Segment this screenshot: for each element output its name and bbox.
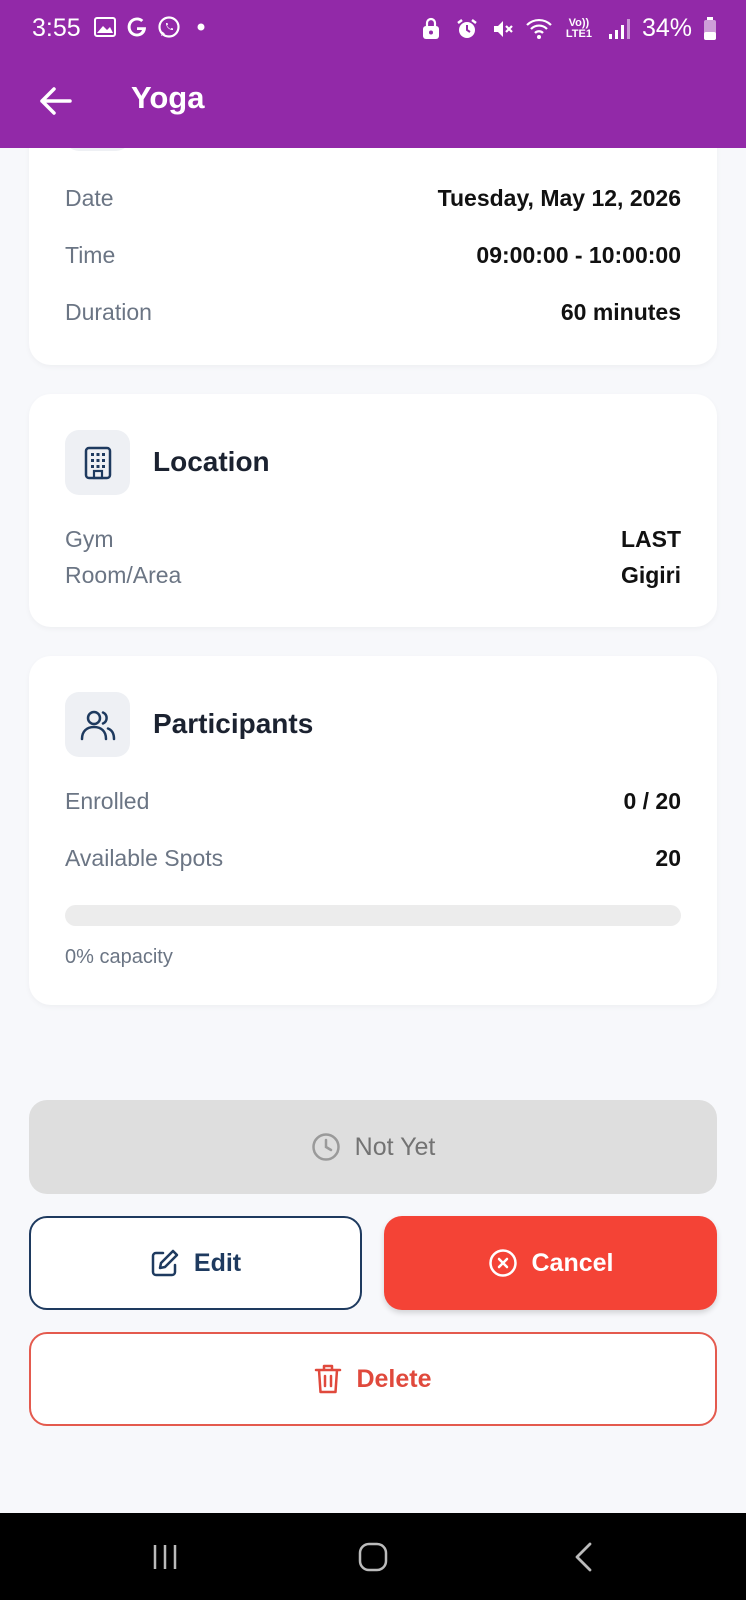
schedule-icon-box (65, 148, 130, 151)
mute-icon (490, 16, 516, 42)
capacity-text: 0% capacity (65, 946, 173, 968)
cancel-label: Cancel (531, 1248, 614, 1277)
location-card: Location Gym LAST Room/Area Gigiri (29, 394, 717, 627)
location-row-room: Room/Area Gigiri (65, 562, 681, 589)
time-label: Time (65, 242, 116, 268)
wifi-icon (526, 16, 552, 42)
page-title: Yoga (131, 80, 205, 115)
date-label: Date (65, 185, 114, 211)
delete-button[interactable]: Delete (29, 1332, 717, 1426)
battery-percent: 34% (641, 14, 692, 42)
home-button[interactable] (351, 1535, 395, 1579)
home-icon (358, 1542, 388, 1572)
system-nav-bar (0, 1513, 746, 1600)
building-icon (84, 446, 111, 479)
schedule-row-duration: Duration 60 minutes (65, 299, 681, 326)
trash-icon (315, 1364, 342, 1394)
gallery-icon (92, 14, 118, 40)
location-icon-box (65, 430, 130, 495)
participants-icon-box (65, 692, 130, 757)
date-value: Tuesday, May 12, 2026 (437, 185, 681, 211)
battery-icon (702, 16, 718, 42)
time-value: 09:00:00 - 10:00:00 (476, 242, 681, 268)
users-icon (80, 710, 115, 740)
signal-icon (606, 16, 632, 42)
duration-label: Duration (65, 299, 152, 325)
status-not-yet-label: Not Yet (354, 1132, 436, 1161)
enrolled-label: Enrolled (65, 788, 150, 814)
status-bar: 3:55 Vo)) LTE1 34% (0, 0, 746, 56)
duration-value: 60 minutes (560, 299, 681, 325)
available-label: Available Spots (65, 845, 224, 871)
edit-button[interactable]: Edit (29, 1216, 362, 1310)
room-value: Gigiri (620, 562, 681, 588)
participants-row-available: Available Spots 20 (65, 845, 681, 872)
capacity-progress-bar (65, 905, 681, 926)
status-not-yet-button: Not Yet (29, 1100, 717, 1194)
dot-icon (188, 14, 214, 40)
delete-label: Delete (356, 1364, 432, 1393)
participants-title: Participants (153, 708, 314, 739)
edit-label: Edit (193, 1248, 242, 1277)
location-title: Location (153, 446, 270, 477)
participants-row-enrolled: Enrolled 0 / 20 (65, 788, 681, 815)
edit-icon (151, 1249, 179, 1277)
recents-button[interactable] (143, 1535, 187, 1579)
whatsapp-icon (156, 14, 182, 40)
schedule-card: Date Tuesday, May 12, 2026 Time 09:00:00… (29, 148, 717, 365)
chevron-left-icon (575, 1542, 592, 1572)
schedule-row-date: Date Tuesday, May 12, 2026 (65, 185, 681, 212)
participants-card: Participants Enrolled 0 / 20 Available S… (29, 656, 717, 1005)
google-icon (124, 14, 150, 40)
status-time: 3:55 (32, 14, 81, 42)
enrolled-value: 0 / 20 (623, 788, 681, 814)
cancel-circle-icon (488, 1249, 517, 1277)
system-back-button[interactable] (561, 1535, 605, 1579)
room-label: Room/Area (65, 562, 182, 588)
arrow-left-icon (40, 87, 72, 115)
alarm-icon (454, 16, 480, 42)
lock-icon (418, 16, 444, 42)
back-button[interactable] (30, 76, 80, 126)
cancel-button[interactable]: Cancel (384, 1216, 717, 1310)
schedule-row-time: Time 09:00:00 - 10:00:00 (65, 242, 681, 269)
recents-icon (153, 1545, 177, 1569)
status-right-icons: Vo)) LTE1 34% (418, 14, 718, 43)
app-bar: Yoga (0, 56, 746, 148)
clock-icon (311, 1133, 340, 1161)
location-row-gym: Gym LAST (65, 526, 681, 553)
details-scroll[interactable]: Date Tuesday, May 12, 2026 Time 09:00:00… (0, 148, 746, 1513)
gym-value: LAST (620, 526, 681, 552)
gym-label: Gym (65, 526, 114, 552)
status-left-icons (92, 14, 214, 40)
volte-icon: Vo)) LTE1 (565, 16, 592, 40)
available-value: 20 (655, 845, 681, 871)
